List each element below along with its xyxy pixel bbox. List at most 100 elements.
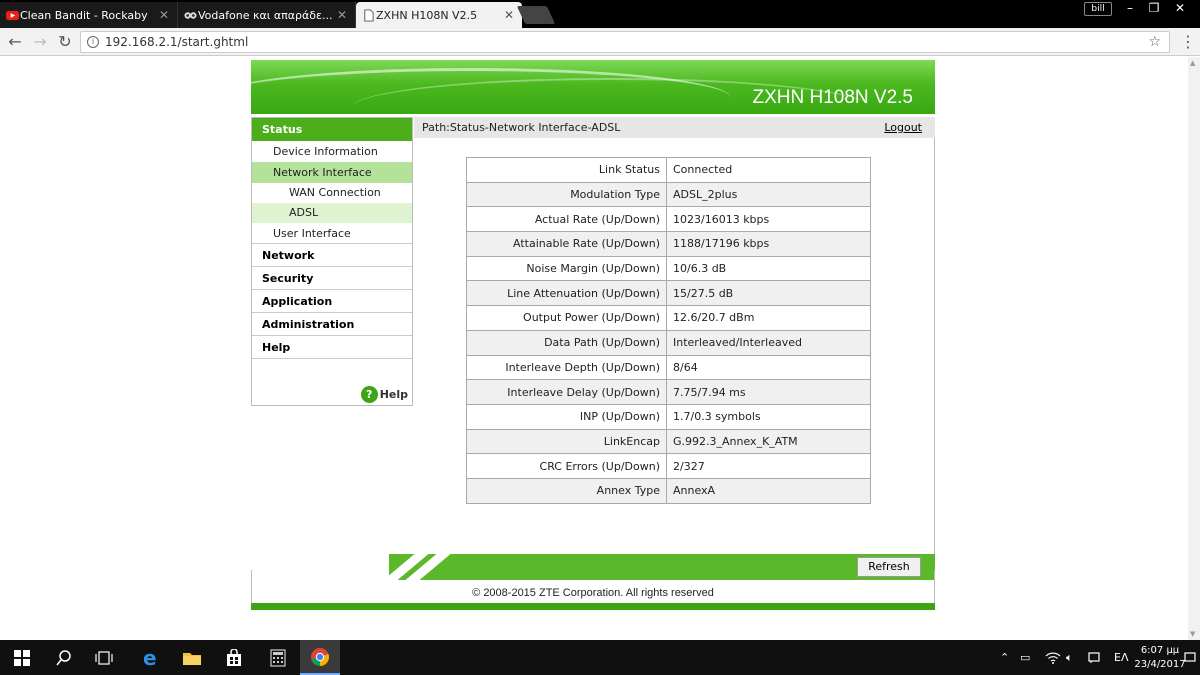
- row-label: CRC Errors (Up/Down): [466, 453, 667, 479]
- row-value: 15/27.5 dB: [666, 280, 871, 307]
- store-icon[interactable]: [214, 640, 254, 675]
- close-window-icon[interactable]: ✕: [1168, 0, 1192, 16]
- action-center-icon[interactable]: [1184, 640, 1196, 675]
- tab-clean-bandit[interactable]: Clean Bandit - Rockaby ✕: [0, 2, 178, 28]
- nav-help[interactable]: Help: [252, 336, 412, 359]
- row-value: 1023/16013 kbps: [666, 206, 871, 233]
- volume-icon[interactable]: 🔈︎: [1066, 640, 1073, 675]
- task-view-icon[interactable]: [84, 640, 124, 675]
- profile-button[interactable]: bill: [1084, 2, 1112, 16]
- address-input[interactable]: i 192.168.2.1/start.ghtml ☆: [80, 31, 1170, 53]
- table-row: Output Power (Up/Down) 12.6/20.7 dBm: [466, 305, 871, 331]
- tab-label: ZXHN H108N V2.5: [376, 8, 478, 22]
- youtube-icon: [6, 10, 19, 21]
- table-row: INP (Up/Down) 1.7/0.3 symbols: [466, 403, 871, 430]
- table-row: Modulation Type ADSL_2plus: [466, 181, 871, 208]
- scroll-up-icon[interactable]: ▲: [1190, 59, 1198, 67]
- restore-icon[interactable]: ❐: [1142, 0, 1166, 16]
- info-icon[interactable]: i: [87, 36, 99, 48]
- row-label: Attainable Rate (Up/Down): [466, 231, 667, 257]
- windows-taskbar: e ⌃ ▭ 🔈︎ ΕΛ 6:07 μμ 23/4/2017: [0, 640, 1200, 675]
- table-row: Data Path (Up/Down) Interleaved/Interleav…: [466, 329, 871, 356]
- router-model-title: ZXHN H108N V2.5: [752, 87, 913, 108]
- row-label: Actual Rate (Up/Down): [466, 206, 667, 233]
- keyboard-icon[interactable]: ▭: [1020, 640, 1030, 675]
- logout-link[interactable]: Logout: [884, 117, 922, 138]
- wifi-icon[interactable]: [1045, 640, 1061, 675]
- row-label: Line Attenuation (Up/Down): [466, 280, 667, 307]
- edge-icon[interactable]: e: [130, 640, 170, 675]
- nav-device-information[interactable]: Device Information: [252, 141, 412, 162]
- forward-icon[interactable]: →: [30, 32, 50, 52]
- windows-start-icon[interactable]: [2, 640, 42, 675]
- new-tab-button[interactable]: [516, 6, 556, 24]
- tab-label: Vodafone και απαράδε...: [198, 8, 333, 22]
- clock-date: 23/4/2017: [1134, 659, 1186, 670]
- nav-network[interactable]: Network: [252, 244, 412, 267]
- row-label: Interleave Depth (Up/Down): [466, 354, 667, 381]
- row-value: AnnexA: [666, 477, 871, 504]
- tab-vodafone[interactable]: Vodafone και απαράδε... ✕: [178, 2, 356, 28]
- row-label: Noise Margin (Up/Down): [466, 255, 667, 282]
- table-row: Interleave Delay (Up/Down) 7.75/7.94 ms: [466, 379, 871, 405]
- table-row: Attainable Rate (Up/Down) 1188/17196 kbps: [466, 231, 871, 257]
- nav-adsl[interactable]: ADSL: [252, 203, 412, 223]
- copyright-text: © 2008-2015 ZTE Corporation. All rights …: [472, 587, 714, 599]
- help-label: Help: [379, 388, 408, 401]
- adsl-status-table: Link Status Connected Modulation Type ADSL_…: [466, 157, 871, 504]
- scroll-down-icon[interactable]: ▼: [1190, 630, 1198, 638]
- input-language[interactable]: ΕΛ: [1114, 640, 1128, 675]
- row-value: 7.75/7.94 ms: [666, 379, 871, 405]
- tab-close-icon[interactable]: ✕: [337, 8, 347, 22]
- row-label: Data Path (Up/Down): [466, 329, 667, 356]
- page-viewport: ZXHN H108N V2.5 Status Device Informatio…: [0, 57, 1188, 640]
- row-label: Link Status: [466, 157, 667, 183]
- file-explorer-icon[interactable]: [172, 640, 212, 675]
- svg-text:e: e: [143, 648, 157, 668]
- minimize-icon[interactable]: –: [1118, 0, 1142, 16]
- table-row: Line Attenuation (Up/Down) 15/27.5 dB: [466, 280, 871, 307]
- table-row: Link Status Connected: [466, 157, 871, 183]
- row-label: Interleave Delay (Up/Down): [466, 379, 667, 405]
- row-value: 8/64: [666, 354, 871, 381]
- table-row: Interleave Depth (Up/Down) 8/64: [466, 354, 871, 381]
- page-scrollbar[interactable]: ▲ ▼: [1188, 57, 1200, 640]
- nav-application[interactable]: Application: [252, 290, 412, 313]
- back-icon[interactable]: ←: [5, 32, 25, 52]
- browser-menu-icon[interactable]: ⋮: [1180, 32, 1196, 51]
- sidebar-menu: Status Device Information Network Interf…: [251, 117, 413, 406]
- nav-administration[interactable]: Administration: [252, 313, 412, 336]
- table-row: Actual Rate (Up/Down) 1023/16013 kbps: [466, 206, 871, 233]
- bookmark-star-icon[interactable]: ☆: [1148, 34, 1161, 50]
- row-value: 10/6.3 dB: [666, 255, 871, 282]
- help-link[interactable]: ? Help: [360, 386, 408, 403]
- tab-close-icon[interactable]: ✕: [504, 8, 514, 22]
- nav-network-interface[interactable]: Network Interface: [252, 162, 412, 183]
- calculator-icon[interactable]: [258, 640, 298, 675]
- help-icon: ?: [360, 386, 378, 403]
- breadcrumb-path: Path:Status-Network Interface-ADSL: [422, 121, 621, 134]
- tab-label: Clean Bandit - Rockaby: [20, 8, 148, 22]
- row-value: 1.7/0.3 symbols: [666, 403, 871, 430]
- nav-security[interactable]: Security: [252, 267, 412, 290]
- show-hidden-icons[interactable]: ⌃: [1000, 640, 1009, 675]
- row-value: 12.6/20.7 dBm: [666, 305, 871, 331]
- reload-icon[interactable]: ↻: [55, 32, 75, 52]
- browser-tab-bar: Clean Bandit - Rockaby ✕ Vodafone και απ…: [0, 0, 1200, 28]
- row-label: INP (Up/Down): [466, 403, 667, 430]
- search-icon[interactable]: [44, 640, 84, 675]
- row-label: LinkEncap: [466, 428, 667, 455]
- system-clock[interactable]: 6:07 μμ 23/4/2017: [1130, 644, 1190, 672]
- tab-router[interactable]: ZXHN H108N V2.5 ✕: [356, 2, 522, 28]
- chrome-icon[interactable]: [300, 640, 340, 675]
- page-icon: [364, 9, 374, 22]
- row-value: 2/327: [666, 453, 871, 479]
- tab-close-icon[interactable]: ✕: [159, 8, 169, 22]
- row-value: 1188/17196 kbps: [666, 231, 871, 257]
- nav-user-interface[interactable]: User Interface: [252, 223, 412, 244]
- nav-status[interactable]: Status: [252, 118, 412, 141]
- nav-wan-connection[interactable]: WAN Connection: [252, 183, 412, 203]
- row-value: Connected: [666, 157, 871, 183]
- row-value: Interleaved/Interleaved: [666, 329, 871, 356]
- notification-flag-icon[interactable]: [1088, 640, 1100, 675]
